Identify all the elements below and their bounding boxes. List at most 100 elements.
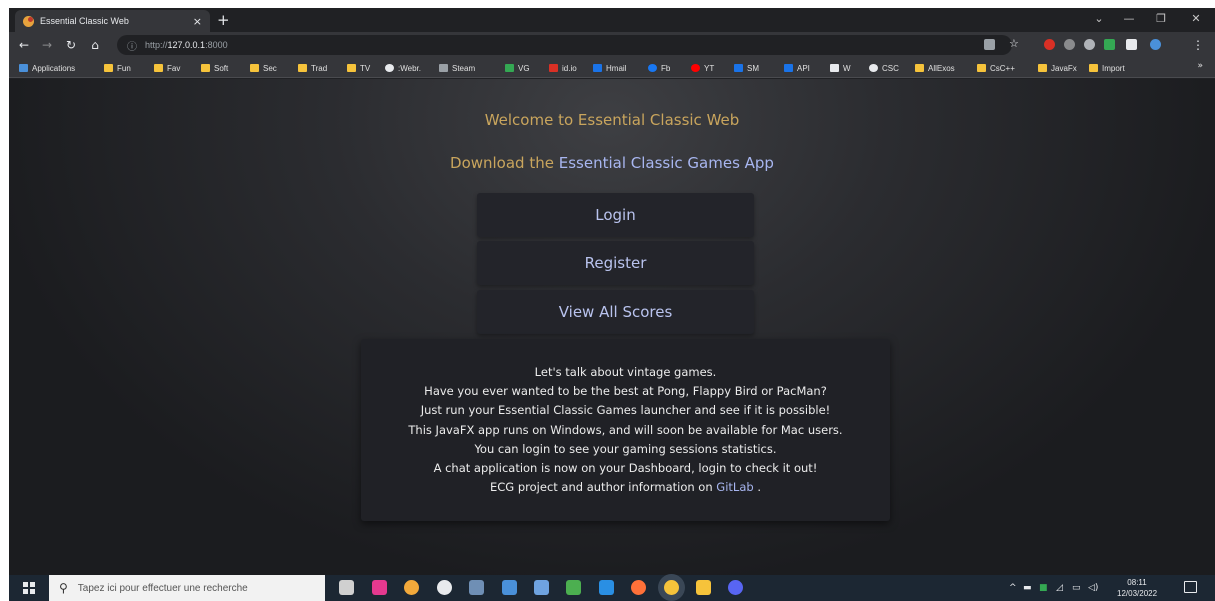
facebook-icon [648,64,657,72]
home-button[interactable]: ⌂ [86,36,104,54]
api-icon [784,64,793,72]
vg-icon [505,64,514,72]
extensions-icon[interactable] [1126,39,1137,50]
view-all-scores-button[interactable]: View All Scores [477,290,754,334]
app-tool-icon[interactable] [534,580,549,595]
bookmark-item[interactable]: Soft [201,61,228,75]
info-line: This JavaFX app runs on Windows, and wil… [408,422,843,437]
bookmark-item[interactable]: Sec [250,61,277,75]
folder-icon [915,64,924,72]
app-calculator-icon[interactable] [502,580,517,595]
chrome-icon[interactable] [664,580,679,595]
share-icon[interactable] [984,39,995,50]
folder-icon [1038,64,1047,72]
tray-wifi-icon[interactable]: ◿ [1056,575,1063,601]
bookmark-item[interactable]: TV [347,61,370,75]
extension-glasses-icon[interactable] [1064,39,1075,50]
url-text: http://127.0.0.1:8000 [145,40,228,50]
tab-close-icon[interactable]: × [193,15,202,28]
firefox-icon[interactable] [631,580,646,595]
gitlab-link[interactable]: GitLab [716,480,753,494]
profile-avatar[interactable] [1150,39,1161,50]
taskbar-clock[interactable]: 08:11 12/03/2022 [1117,577,1157,599]
mail-icon [593,64,602,72]
bookmark-item[interactable]: Hmail [593,61,626,75]
info-line: You can login to see your gaming session… [474,441,777,456]
task-view-icon[interactable] [339,580,354,595]
info-line: Just run your Essential Classic Games la… [420,403,831,418]
bookmark-item[interactable]: Trad [298,61,327,75]
new-tab-button[interactable]: + [217,10,230,30]
bookmarks-overflow-button[interactable]: » [1197,61,1203,71]
bookmark-item[interactable]: Fun [104,61,131,75]
back-button[interactable]: ← [15,36,33,54]
windows-taskbar: ⚲ Tapez ici pour effectuer une recherche… [9,575,1215,601]
site-info-icon[interactable]: ⓘ [127,38,137,53]
close-window-button[interactable]: ✕ [1181,8,1211,32]
app-editor-icon[interactable] [566,580,581,595]
tray-chevron-icon[interactable]: ^ [1009,575,1017,601]
tray-network-icon[interactable]: ▬ [1023,575,1032,601]
wikipedia-icon [830,64,839,72]
forward-button[interactable]: → [38,36,56,54]
bookmark-item[interactable]: SM [734,61,759,75]
idio-icon [549,64,558,72]
login-button[interactable]: Login [477,193,754,237]
bookmarks-bar: Applications Fun Fav Soft Sec Trad TV :W… [9,58,1215,78]
tray-battery-icon[interactable]: ▭ [1072,575,1081,601]
tray-app-icon[interactable]: ■ [1039,575,1048,601]
discord-icon[interactable] [728,580,743,595]
download-line: Download the Essential Classic Games App [9,154,1215,172]
browser-tab[interactable]: Essential Classic Web × [15,10,210,32]
extension-circle-icon[interactable] [1084,39,1095,50]
bookmark-item[interactable]: VG [505,61,530,75]
vscode-icon[interactable] [599,580,614,595]
apps-grid-icon [19,64,28,72]
tray-volume-icon[interactable]: ◁) [1088,575,1098,601]
bookmark-item[interactable]: CsC++ [977,61,1015,75]
bookmark-item[interactable]: Steam [439,61,475,75]
folder-icon [250,64,259,72]
bookmark-star-icon[interactable]: ☆ [1009,37,1020,50]
file-explorer-icon[interactable] [696,580,711,595]
app-game-icon[interactable] [404,580,419,595]
search-icon: ⚲ [59,581,68,595]
youtube-icon [691,64,700,72]
menu-kebab-icon[interactable]: ⋮ [1189,36,1207,54]
bookmark-item[interactable]: :Webr. [385,61,421,75]
reload-button[interactable]: ↻ [62,36,80,54]
clock-date: 12/03/2022 [1117,589,1158,598]
app-photos-icon[interactable] [469,580,484,595]
bookmark-item[interactable]: Applications [19,61,75,75]
app-ide-icon[interactable] [372,580,387,595]
register-button[interactable]: Register [477,241,754,285]
extension-adblock-icon[interactable] [1044,39,1055,50]
info-line: A chat application is now on your Dashbo… [433,461,818,476]
bookmark-item[interactable]: id.io [549,61,577,75]
search-placeholder: Tapez ici pour effectuer une recherche [77,582,248,594]
info-line: Have you ever wanted to be the best at P… [424,384,827,399]
bookmark-item[interactable]: AllExos [915,61,955,75]
notifications-icon[interactable] [1184,581,1197,593]
taskbar-search-input[interactable]: ⚲ Tapez ici pour effectuer une recherche [49,575,325,601]
download-app-link[interactable]: Essential Classic Games App [559,154,774,172]
bookmark-item[interactable]: YT [691,61,714,75]
web-page: Welcome to Essential Classic Web Downloa… [9,79,1215,575]
address-bar[interactable]: ⓘ http://127.0.0.1:8000 [117,35,1012,55]
tab-search-icon[interactable]: ⌄ [1084,8,1114,32]
browser-toolbar: ← → ↻ ⌂ ⓘ http://127.0.0.1:8000 ☆ ⋮ [9,32,1215,58]
minimize-button[interactable]: — [1114,8,1144,32]
app-obs-icon[interactable] [437,580,452,595]
bookmark-item[interactable]: JavaFx [1038,61,1077,75]
restore-button[interactable]: ❐ [1146,8,1176,32]
folder-icon [298,64,307,72]
bookmark-item[interactable]: CSC [869,61,899,75]
extension-puzzle-color-icon[interactable] [1104,39,1115,50]
bookmark-item[interactable]: Import [1089,61,1125,75]
windows-start-icon[interactable] [23,582,35,594]
bookmark-item[interactable]: Fb [648,61,670,75]
bookmark-item[interactable]: W [830,61,851,75]
bookmark-item[interactable]: Fav [154,61,180,75]
folder-icon [154,64,163,72]
bookmark-item[interactable]: API [784,61,810,75]
